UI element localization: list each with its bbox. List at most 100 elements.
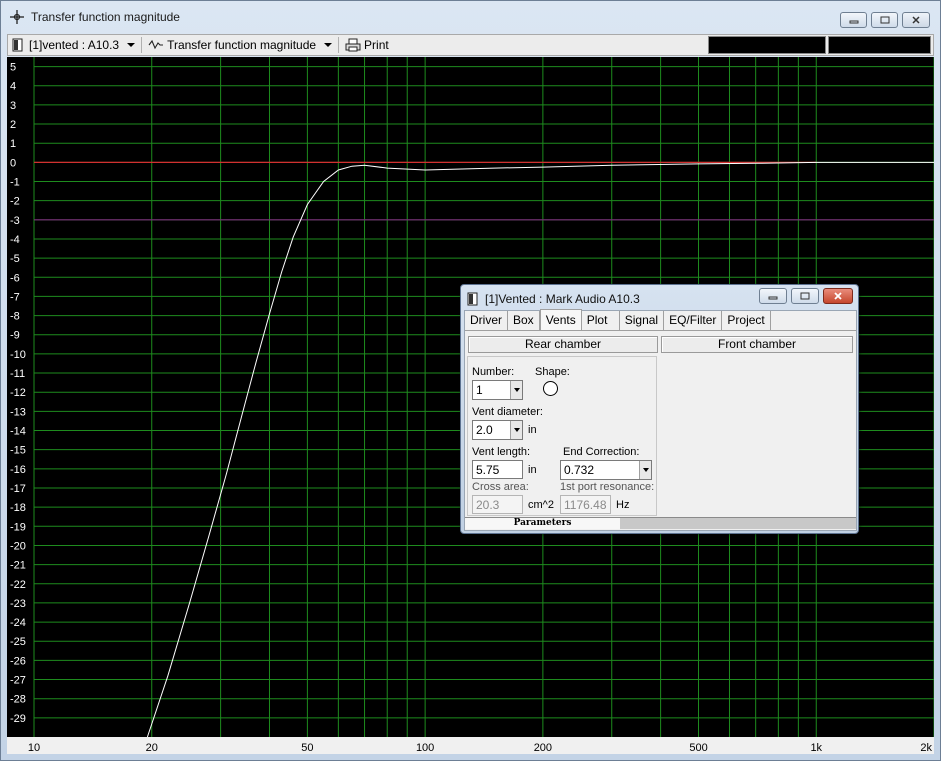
toolbar-separator xyxy=(338,37,340,53)
y-tick-label: -24 xyxy=(10,617,26,629)
end-correction-select[interactable]: 0.732 xyxy=(560,460,652,480)
x-tick-label: 500 xyxy=(689,742,707,754)
close-button[interactable] xyxy=(902,12,930,28)
y-tick-label: -19 xyxy=(10,521,26,533)
parameters-strip xyxy=(620,517,856,529)
view-selector[interactable]: Transfer function magnitude xyxy=(144,35,336,55)
title-bar[interactable]: Transfer function magnitude xyxy=(1,1,940,33)
dialog-close-button[interactable] xyxy=(823,288,853,304)
shape-label: Shape: xyxy=(535,366,570,378)
view-selector-label: Transfer function magnitude xyxy=(167,38,317,52)
vent-diameter-unit: in xyxy=(528,424,537,436)
close-icon xyxy=(834,292,842,300)
tab-project[interactable]: Project xyxy=(722,311,771,330)
y-tick-label: -3 xyxy=(10,215,20,227)
y-tick-label: -13 xyxy=(10,406,26,418)
round-shape-icon[interactable] xyxy=(543,381,558,396)
tab-driver[interactable]: Driver xyxy=(465,311,508,330)
tab-eq-filter[interactable]: EQ/Filter xyxy=(664,311,723,330)
vent-diameter-label: Vent diameter: xyxy=(472,406,543,418)
x-tick-label: 2k xyxy=(920,742,932,754)
project-selector-label: [1]vented : A10.3 xyxy=(29,38,120,52)
tab-signal[interactable]: Signal xyxy=(620,311,665,330)
number-label: Number: xyxy=(472,366,515,378)
port-resonance-field: 1176.48 xyxy=(560,495,611,514)
y-tick-label: 5 xyxy=(10,62,16,74)
chevron-down-icon xyxy=(510,421,522,439)
maximize-button[interactable] xyxy=(871,12,898,28)
maximize-icon xyxy=(800,292,810,300)
y-tick-label: -2 xyxy=(10,196,20,208)
parameters-tab[interactable]: Parameters xyxy=(465,517,620,529)
y-tick-label: -15 xyxy=(10,445,26,457)
dialog-minimize-button[interactable] xyxy=(759,288,787,304)
crosshair-icon xyxy=(10,10,24,24)
number-select[interactable]: 1 xyxy=(472,380,523,400)
dialog-body: Driver Box Vents Plot Signal EQ/Filter P… xyxy=(464,309,857,531)
minimize-icon xyxy=(849,20,858,24)
cross-area-field: 20.3 xyxy=(472,495,523,514)
print-button[interactable]: Print xyxy=(341,35,393,55)
chevron-down-icon xyxy=(127,43,136,47)
y-tick-label: -9 xyxy=(10,330,20,342)
vent-dialog: [1]Vented : Mark Audio A10.3 Driver Box … xyxy=(460,284,859,534)
x-tick-label: 20 xyxy=(146,742,158,754)
y-tick-label: -14 xyxy=(10,426,26,438)
dialog-maximize-button[interactable] xyxy=(791,288,819,304)
y-tick-label: -11 xyxy=(10,368,25,380)
dialog-title-bar[interactable]: [1]Vented : Mark Audio A10.3 xyxy=(467,288,640,310)
y-tick-label: 1 xyxy=(10,138,16,150)
cross-area-unit: cm^2 xyxy=(528,499,554,511)
x-tick-label: 100 xyxy=(416,742,434,754)
y-tick-label: -28 xyxy=(10,694,26,706)
status-box-left xyxy=(708,36,826,54)
y-tick-label: -23 xyxy=(10,598,26,610)
end-correction-label: End Correction: xyxy=(563,446,640,458)
tab-box[interactable]: Box xyxy=(508,311,540,330)
rear-chamber-button[interactable]: Rear chamber xyxy=(468,336,658,353)
y-tick-label: 2 xyxy=(10,119,16,131)
y-tick-label: 0 xyxy=(10,157,16,169)
document-icon xyxy=(467,292,478,306)
status-box-right xyxy=(828,36,931,54)
y-tick-label: -18 xyxy=(10,502,26,514)
port-resonance-label: 1st port resonance: xyxy=(560,481,655,493)
end-correction-value: 0.732 xyxy=(564,463,595,477)
y-tick-label: -1 xyxy=(10,177,20,189)
cross-area-label: Cross area: xyxy=(472,481,529,493)
toolbar-separator xyxy=(141,37,143,53)
tab-strip: Driver Box Vents Plot Signal EQ/Filter P… xyxy=(465,309,856,331)
y-tick-label: -6 xyxy=(10,272,20,284)
maximize-icon xyxy=(880,16,889,24)
x-tick-label: 1k xyxy=(810,742,822,754)
number-value: 1 xyxy=(476,383,483,397)
vent-diameter-value: 2.0 xyxy=(476,423,493,437)
y-tick-label: -16 xyxy=(10,464,26,476)
minimize-button[interactable] xyxy=(840,12,867,28)
y-tick-label: -27 xyxy=(10,675,26,687)
x-tick-label: 10 xyxy=(28,742,40,754)
close-icon xyxy=(912,16,920,24)
y-tick-label: -12 xyxy=(10,387,26,399)
vent-length-input[interactable]: 5.75 xyxy=(472,460,523,479)
tab-plot[interactable]: Plot xyxy=(582,311,620,330)
window-title: Transfer function magnitude xyxy=(31,10,180,24)
chevron-down-icon xyxy=(639,461,651,479)
vent-diameter-select[interactable]: 2.0 xyxy=(472,420,523,440)
document-icon xyxy=(12,38,23,52)
tab-vents[interactable]: Vents xyxy=(539,309,582,330)
y-tick-label: -22 xyxy=(10,579,26,591)
port-resonance-unit: Hz xyxy=(616,499,630,511)
y-tick-label: -21 xyxy=(10,560,26,572)
y-tick-label: -17 xyxy=(10,483,26,495)
y-tick-label: 3 xyxy=(10,100,16,112)
x-tick-label: 50 xyxy=(301,742,313,754)
y-tick-label: -7 xyxy=(10,291,20,303)
y-tick-label: -29 xyxy=(10,713,26,725)
x-tick-label: 200 xyxy=(534,742,552,754)
vent-length-unit: in xyxy=(528,464,537,476)
project-selector[interactable]: [1]vented : A10.3 xyxy=(8,35,139,55)
front-chamber-button[interactable]: Front chamber xyxy=(661,336,853,353)
y-tick-label: 4 xyxy=(10,81,16,93)
y-tick-label: -26 xyxy=(10,655,26,667)
